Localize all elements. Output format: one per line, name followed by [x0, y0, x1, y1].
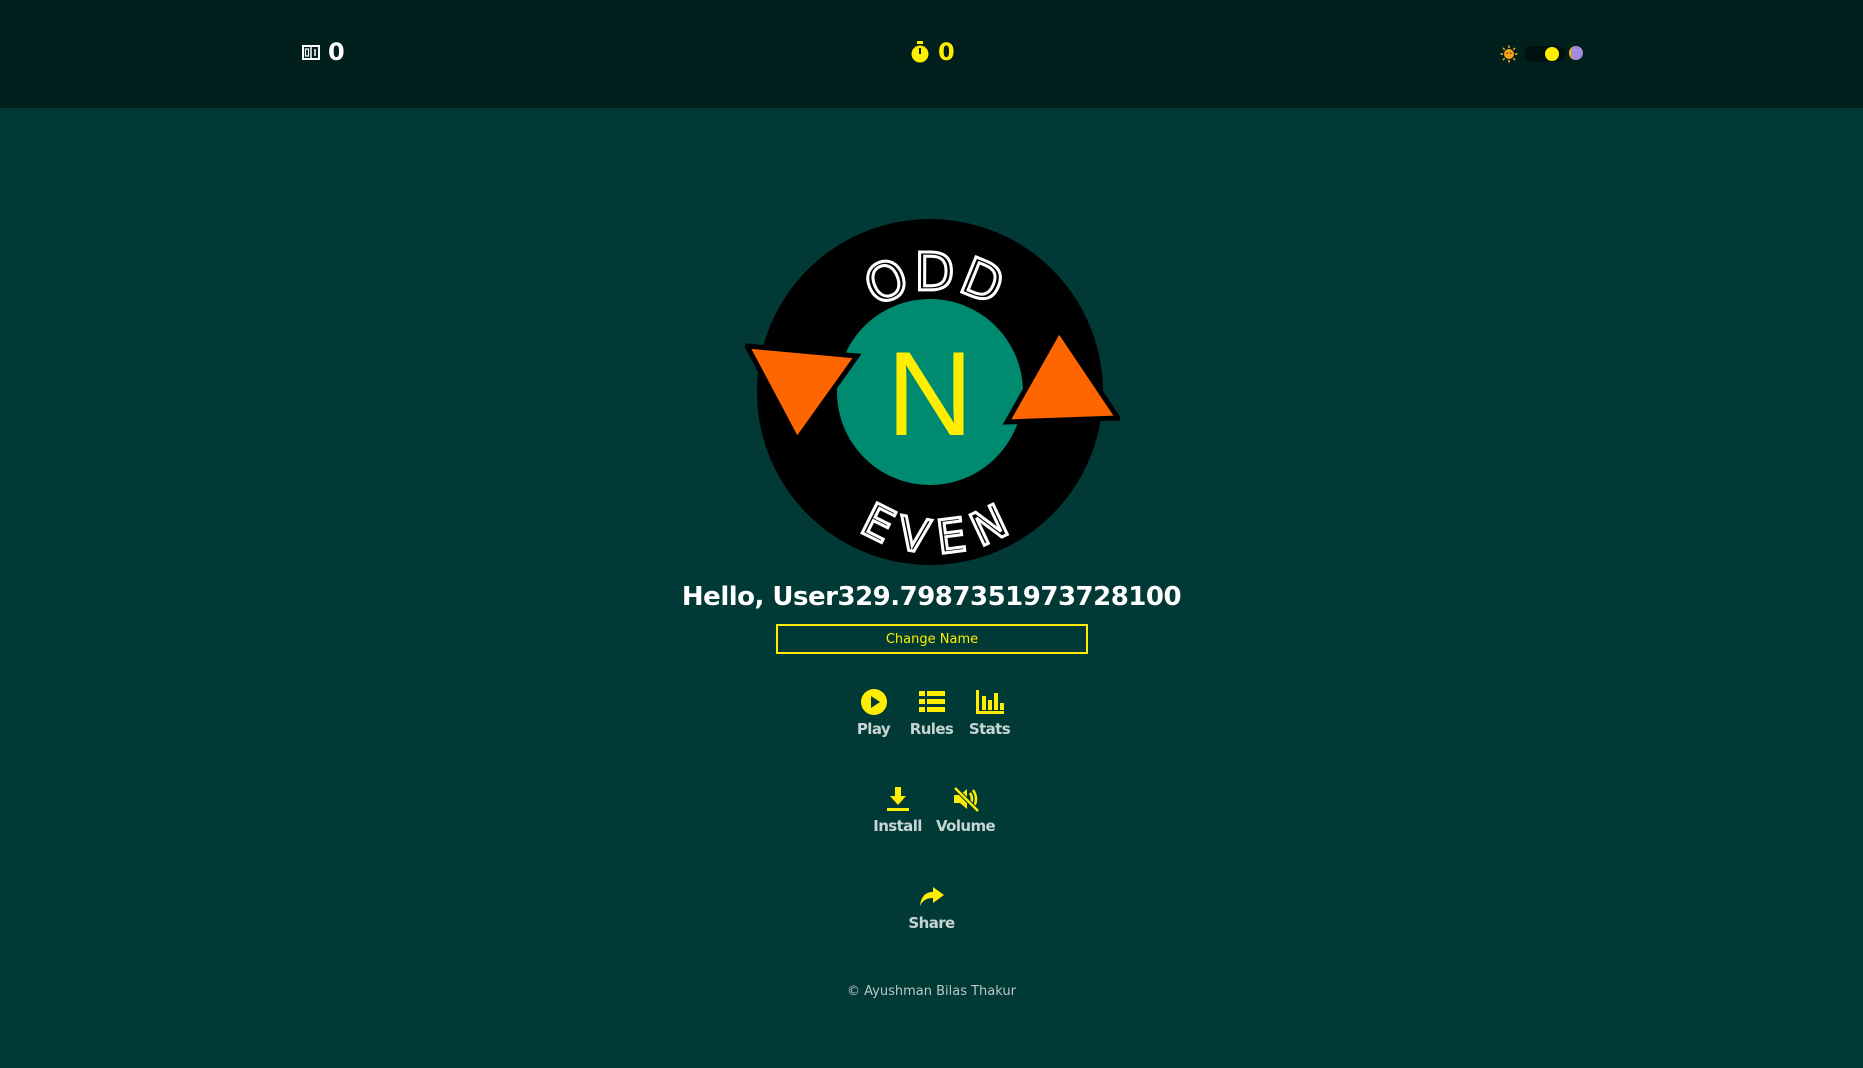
top-bar: 0 0 — [0, 0, 1863, 108]
sun-icon — [1500, 45, 1518, 67]
share-button[interactable]: Share — [908, 882, 955, 932]
copyright-footer: © Ayushman Bilas Thakur — [847, 984, 1016, 999]
volume-mute-icon — [952, 785, 980, 813]
rules-label: Rules — [909, 720, 954, 738]
logo-center-letter: N — [887, 327, 974, 461]
stats-label: Stats — [968, 720, 1011, 738]
stats-button[interactable]: Stats — [968, 688, 1012, 738]
play-button[interactable]: Play — [852, 688, 896, 738]
play-label: Play — [856, 720, 891, 738]
scoreboard-icon — [302, 44, 320, 60]
play-icon — [860, 688, 888, 716]
stopwatch-icon — [910, 41, 930, 63]
timer-value: 0 — [938, 38, 955, 66]
greeting-text: Hello, User329.7987351973728100 — [681, 582, 1182, 612]
score-display: 0 — [302, 38, 345, 66]
theme-toggle[interactable] — [1500, 44, 1586, 64]
score-value: 0 — [328, 38, 345, 66]
odd-n-even-logo: ODD EVEN N — [742, 210, 1123, 575]
rules-button[interactable]: Rules — [910, 688, 954, 738]
download-icon — [886, 785, 909, 813]
share-menu: Share — [0, 882, 1863, 932]
toggle-knob[interactable] — [1545, 47, 1559, 61]
change-name-button[interactable]: Change Name — [776, 624, 1088, 654]
secondary-menu: Install Volume — [0, 785, 1863, 835]
volume-button[interactable]: Volume — [936, 785, 996, 835]
share-arrow-icon — [919, 882, 945, 910]
list-icon — [918, 688, 945, 716]
install-button[interactable]: Install — [873, 785, 922, 835]
moon-icon — [1568, 45, 1584, 65]
install-label: Install — [873, 817, 922, 835]
share-label: Share — [908, 914, 955, 932]
primary-menu: Play Rules Stats — [0, 688, 1863, 738]
timer-display: 0 — [910, 38, 955, 66]
volume-label: Volume — [935, 817, 996, 835]
bar-chart-icon — [975, 688, 1004, 716]
